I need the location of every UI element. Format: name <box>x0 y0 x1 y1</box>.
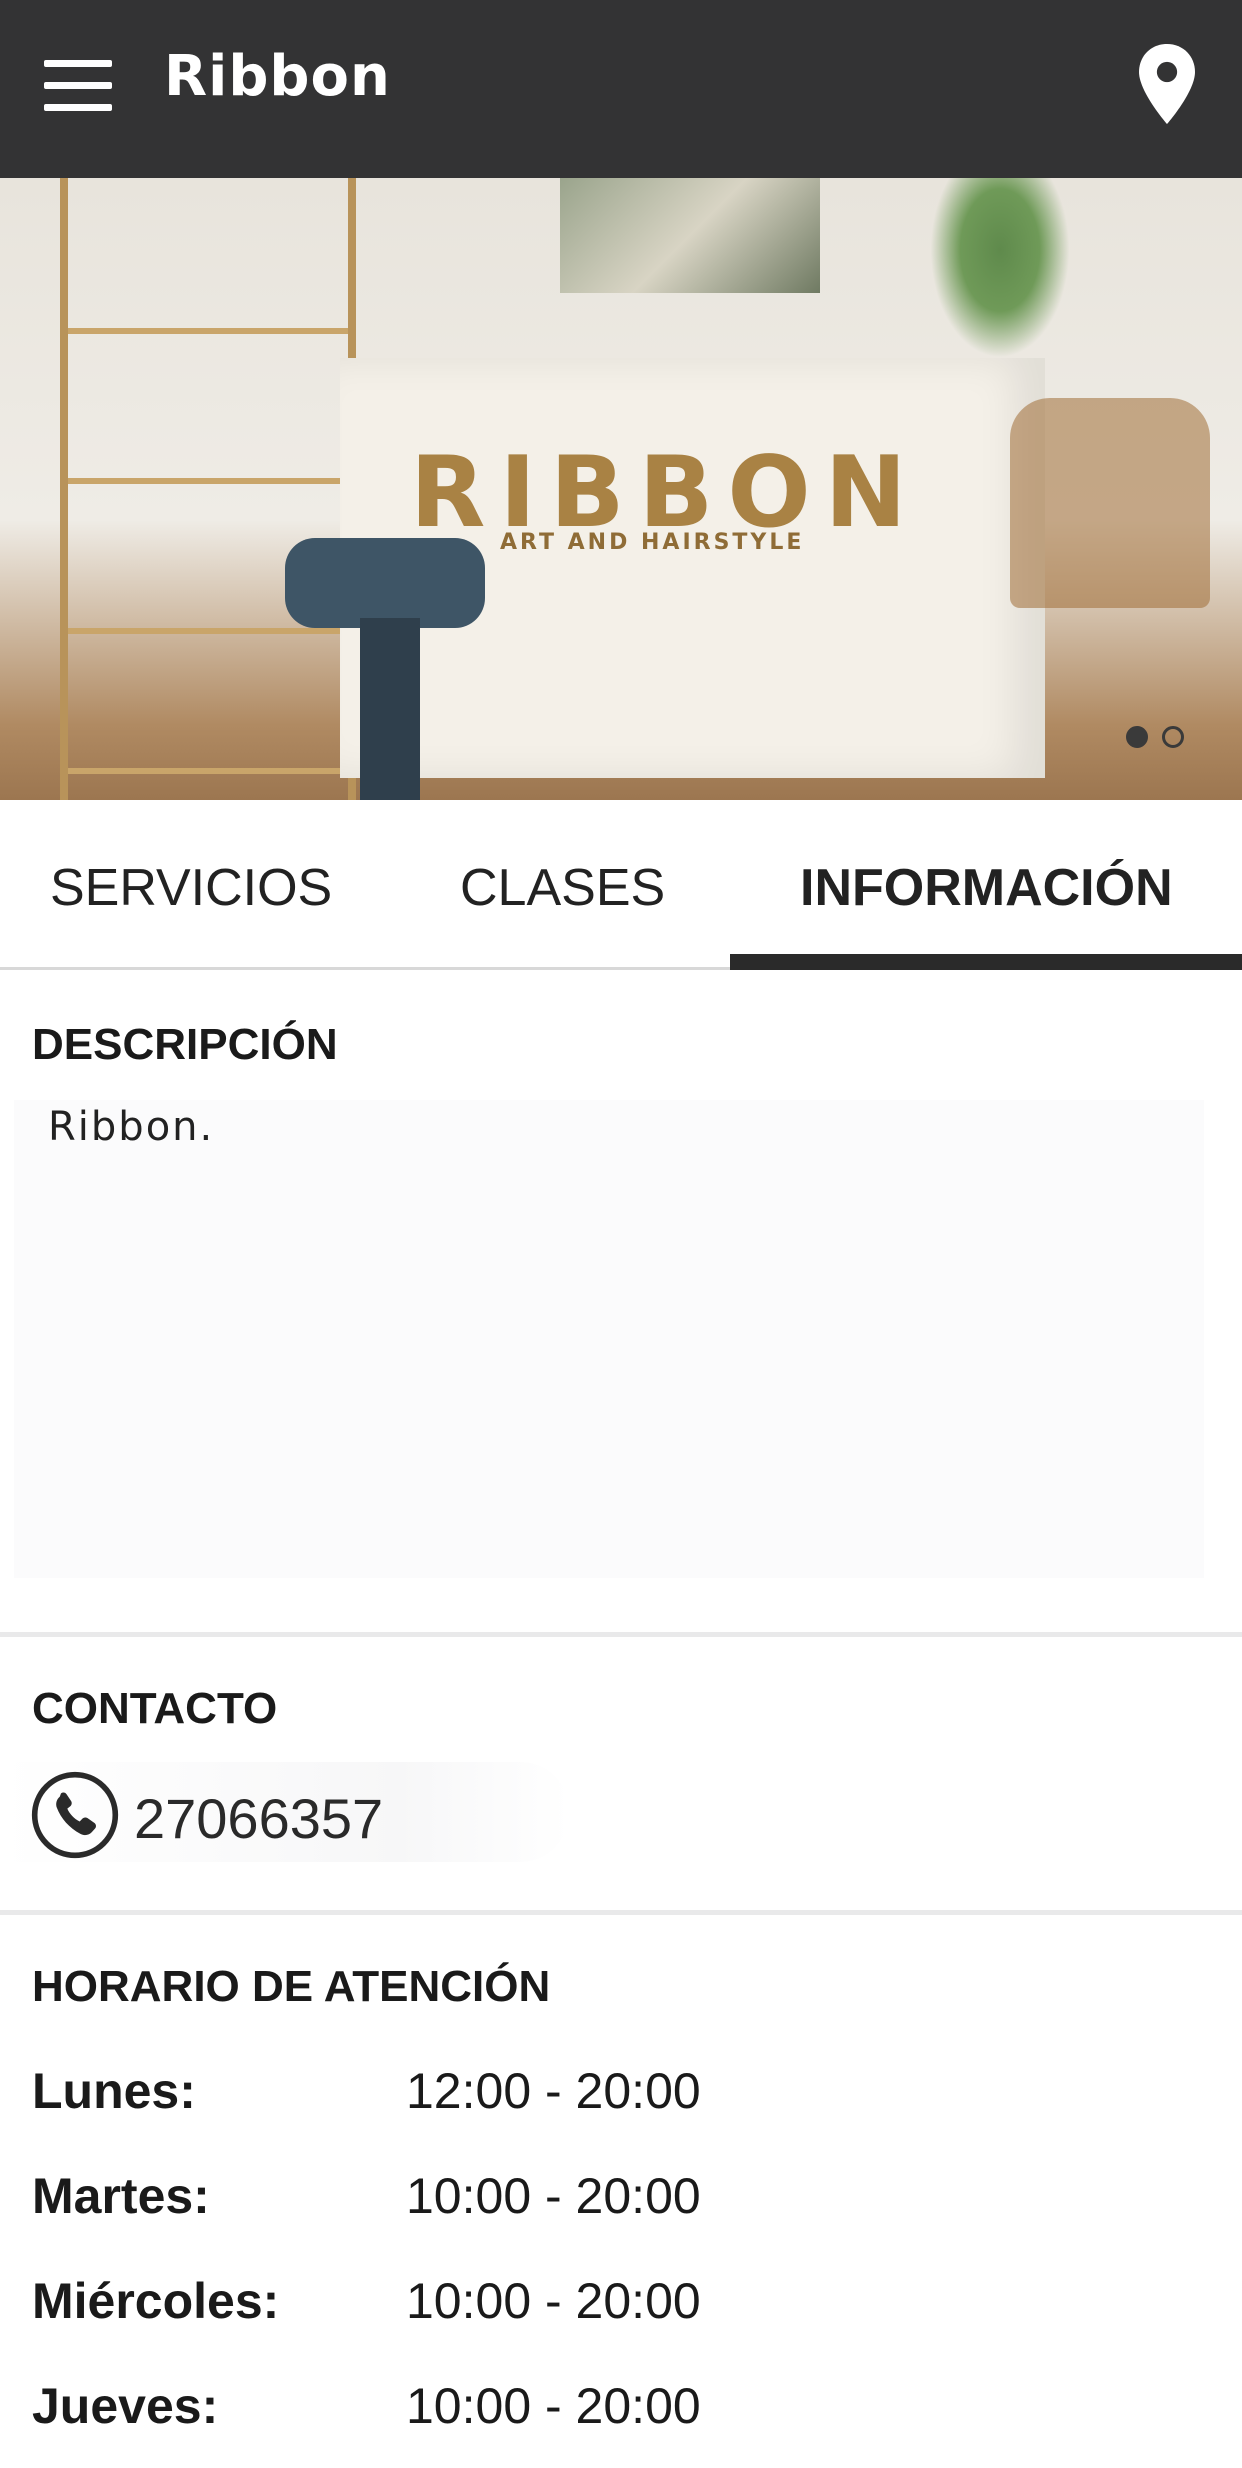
section-divider <box>0 1632 1242 1637</box>
wicker-chair <box>1010 398 1210 608</box>
description-box <box>14 1100 1204 1578</box>
hours-row: Jueves: 10:00 - 20:00 <box>32 2377 1212 2437</box>
hours-time: 10:00 - 20:00 <box>406 2168 701 2224</box>
hours-day: Lunes: <box>32 2063 196 2119</box>
hours-time: 12:00 - 20:00 <box>406 2063 701 2119</box>
hours-row: Miércoles: 10:00 - 20:00 <box>32 2272 1212 2332</box>
description-text: Ribbon. <box>48 1104 215 1150</box>
tab-servicios[interactable]: SERVICIOS <box>50 858 332 918</box>
product-shelf <box>60 178 356 800</box>
salon-logo-subtitle: ART AND HAIRSTYLE <box>500 530 805 555</box>
hours-day: Jueves: <box>32 2378 219 2434</box>
description-heading: DESCRIPCIÓN <box>32 1020 338 1069</box>
carousel-dot-1[interactable] <box>1126 726 1148 748</box>
contact-heading: CONTACTO <box>32 1684 278 1733</box>
hours-row: Martes: 10:00 - 20:00 <box>32 2167 1212 2227</box>
phone-icon <box>31 1771 119 1859</box>
app-title: Ribbon <box>164 44 391 109</box>
hair-dryer-stand <box>360 618 420 800</box>
map-pin-icon[interactable] <box>1134 44 1200 124</box>
carousel-dot-2[interactable] <box>1162 726 1184 748</box>
vintage-hair-dryer <box>285 538 485 628</box>
carousel-indicator <box>1126 726 1184 748</box>
hours-row: Lunes: 12:00 - 20:00 <box>32 2062 1212 2122</box>
salon-photo-carousel[interactable]: RIBBON ART AND HAIRSTYLE <box>0 178 1242 800</box>
wall-painting <box>560 178 820 293</box>
plant <box>930 178 1070 358</box>
hours-heading: HORARIO DE ATENCIÓN <box>32 1962 551 2011</box>
hours-time: 10:00 - 20:00 <box>406 2273 701 2329</box>
section-divider <box>0 1910 1242 1915</box>
tab-clases[interactable]: CLASES <box>460 858 665 918</box>
hours-time: 10:00 - 20:00 <box>406 2378 701 2434</box>
hours-day: Martes: <box>32 2168 210 2224</box>
hours-day: Miércoles: <box>32 2273 280 2329</box>
active-tab-indicator <box>730 954 1242 970</box>
app-bar: Ribbon <box>0 0 1242 178</box>
phone-number: 27066357 <box>134 1787 384 1850</box>
hamburger-menu-icon[interactable] <box>44 60 112 112</box>
phone-contact-button[interactable]: 27066357 <box>0 1762 570 1862</box>
tab-informacion[interactable]: INFORMACIÓN <box>800 858 1173 918</box>
tab-bar: SERVICIOS CLASES INFORMACIÓN <box>0 800 1242 970</box>
